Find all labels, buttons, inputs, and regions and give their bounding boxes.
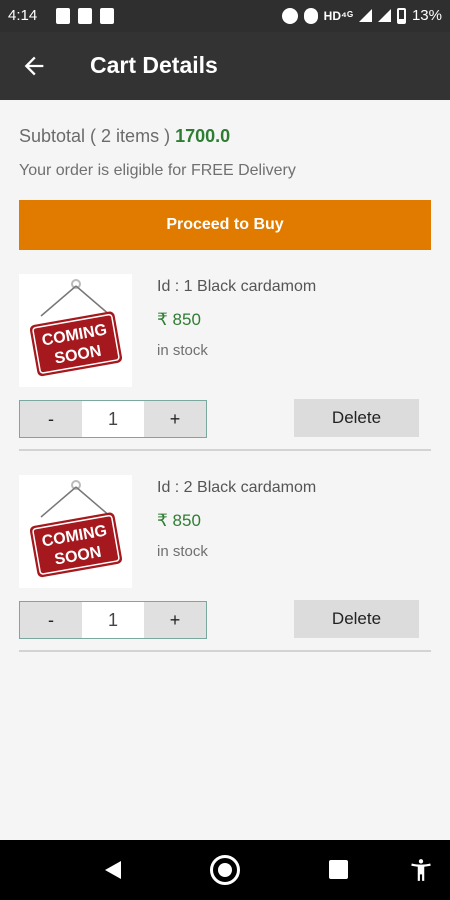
system-icons: HD⁴ᴳ 13% bbox=[281, 7, 442, 24]
accessibility-icon[interactable] bbox=[408, 857, 434, 883]
item-price: ₹ 850 bbox=[157, 310, 201, 329]
coming-soon-sign-icon: COMING SOON bbox=[29, 480, 123, 578]
item-stock: in stock bbox=[157, 543, 208, 560]
back-arrow-icon[interactable] bbox=[20, 52, 48, 80]
hotspot-icon bbox=[303, 7, 318, 24]
divider bbox=[19, 449, 431, 451]
item-price: ₹ 850 bbox=[157, 511, 201, 530]
product-image: COMING SOON bbox=[19, 475, 132, 588]
nav-back-icon[interactable] bbox=[102, 859, 124, 881]
item-name: Id : 1 Black cardamom bbox=[157, 278, 317, 295]
divider bbox=[19, 650, 431, 652]
nav-home-icon[interactable] bbox=[210, 855, 240, 885]
cart-item: COMING SOON Id : 1 Black cardamom ₹ 850 … bbox=[0, 274, 450, 474]
battery-icon bbox=[396, 7, 406, 24]
notification-icons bbox=[56, 8, 114, 24]
delivery-note: Your order is eligible for FREE Delivery bbox=[19, 162, 296, 179]
vibrate-icon bbox=[281, 7, 298, 24]
quantity-value[interactable]: 1 bbox=[82, 401, 144, 437]
signal-icon bbox=[358, 9, 372, 22]
proceed-to-buy-button[interactable]: Proceed to Buy bbox=[19, 200, 431, 250]
quantity-stepper: - 1 + bbox=[19, 400, 207, 438]
delete-button[interactable]: Delete bbox=[294, 399, 419, 437]
subtotal-line: Subtotal ( 2 items ) 1700.0 bbox=[19, 126, 230, 147]
nav-recents-icon[interactable] bbox=[329, 860, 348, 879]
decrease-quantity-button[interactable]: - bbox=[20, 401, 82, 437]
battery-percent: 13% bbox=[411, 7, 442, 24]
coming-soon-sign-icon: COMING SOON bbox=[29, 279, 123, 377]
network-type: HD⁴ᴳ bbox=[323, 8, 353, 23]
app-bar: Cart Details bbox=[0, 32, 450, 100]
status-time: 4:14 bbox=[8, 7, 38, 24]
decrease-quantity-button[interactable]: - bbox=[20, 602, 82, 638]
subtotal-label: Subtotal ( 2 items ) bbox=[19, 126, 171, 146]
quantity-value[interactable]: 1 bbox=[82, 602, 144, 638]
subtotal-amount: 1700.0 bbox=[175, 126, 231, 146]
increase-quantity-button[interactable]: + bbox=[144, 602, 206, 638]
book-notification-icon bbox=[100, 8, 114, 24]
cart-item: COMING SOON Id : 2 Black cardamom ₹ 850 … bbox=[0, 475, 450, 675]
system-nav-bar bbox=[0, 840, 450, 900]
status-bar: 4:14 HD⁴ᴳ 13% bbox=[0, 0, 450, 32]
product-image: COMING SOON bbox=[19, 274, 132, 387]
delete-button[interactable]: Delete bbox=[294, 600, 419, 638]
item-name: Id : 2 Black cardamom bbox=[157, 479, 317, 496]
image-notification-icon bbox=[56, 8, 70, 24]
file-notification-icon bbox=[78, 8, 92, 24]
page-title: Cart Details bbox=[90, 52, 218, 78]
quantity-stepper: - 1 + bbox=[19, 601, 207, 639]
signal-2-icon bbox=[377, 9, 391, 22]
item-stock: in stock bbox=[157, 342, 208, 359]
increase-quantity-button[interactable]: + bbox=[144, 401, 206, 437]
